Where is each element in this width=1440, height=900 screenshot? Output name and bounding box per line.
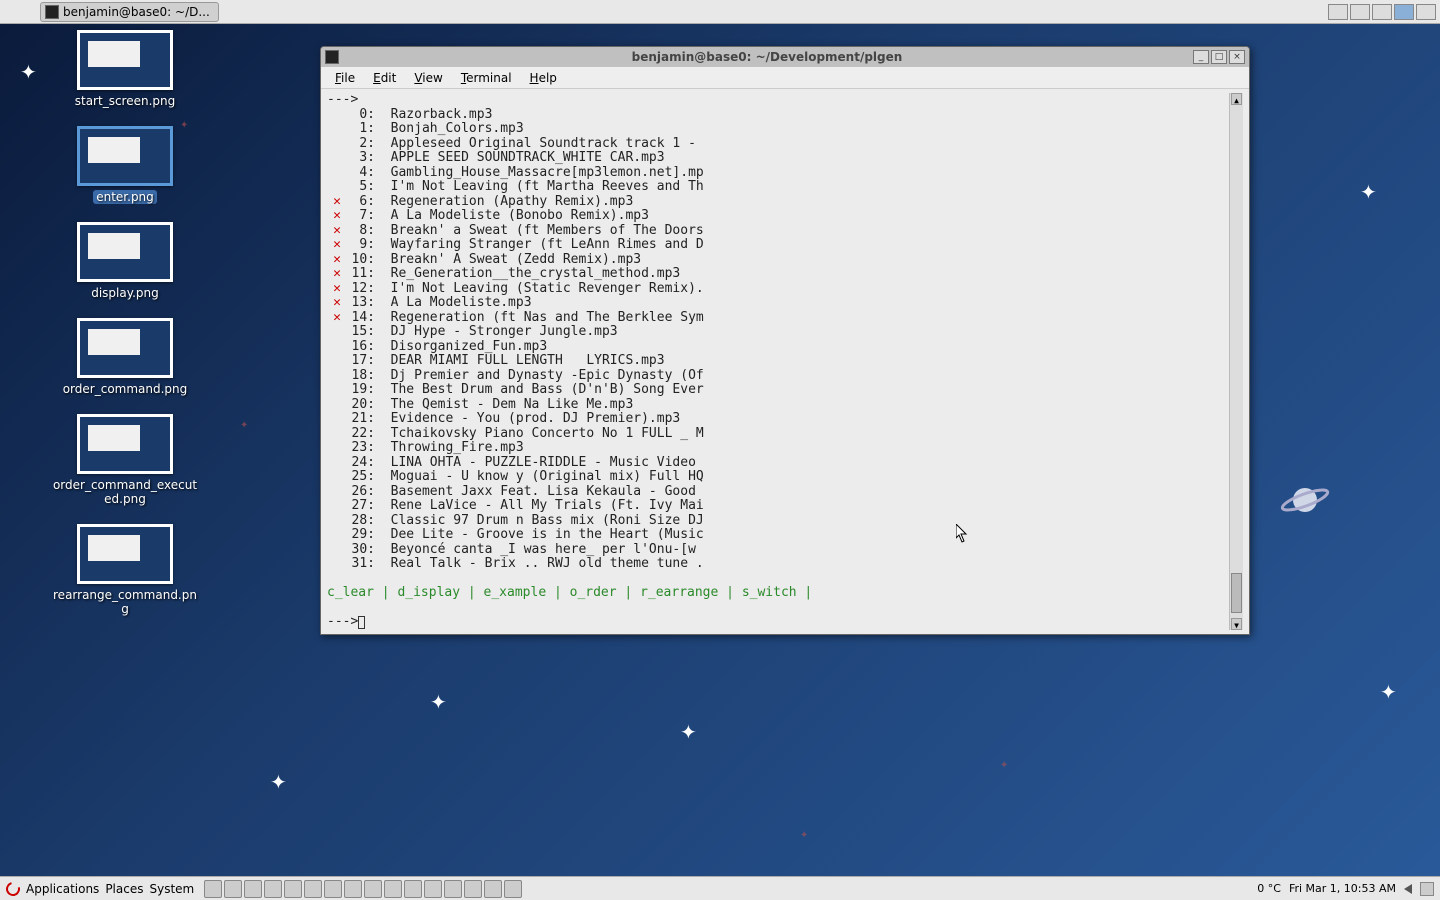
launcher-icon[interactable] [244, 880, 262, 898]
volume-icon[interactable] [1404, 884, 1412, 894]
desktop-icon[interactable]: start_screen.png [40, 30, 210, 108]
thumbnail-icon [77, 30, 173, 90]
scroll-down-button[interactable]: ▼ [1231, 618, 1242, 630]
launcher-icon[interactable] [224, 880, 242, 898]
system-menu[interactable]: System [149, 882, 194, 896]
applications-menu[interactable]: Applications [26, 882, 99, 896]
launcher-icon[interactable] [404, 880, 422, 898]
desktop-icon[interactable]: order_command.png [40, 318, 210, 396]
tray-icon[interactable] [1420, 882, 1434, 896]
workspace-5[interactable] [1416, 4, 1436, 20]
scroll-up-button[interactable]: ▲ [1231, 93, 1242, 105]
workspace-1[interactable] [1328, 4, 1348, 20]
top-panel: benjamin@base0: ~/D... [0, 0, 1440, 24]
places-menu[interactable]: Places [105, 882, 143, 896]
desktop-icon-label: order_command_executed.png [50, 478, 200, 506]
menu-edit[interactable]: Edit [365, 69, 404, 87]
launcher-icon[interactable] [384, 880, 402, 898]
desktop-icons: start_screen.png enter.png display.png orde… [40, 30, 210, 634]
launcher-icon[interactable] [444, 880, 462, 898]
thumbnail-icon [77, 222, 173, 282]
workspace-pager[interactable] [1328, 4, 1436, 20]
menu-view[interactable]: View [406, 69, 450, 87]
scrollbar[interactable]: ▲ ▼ [1229, 93, 1243, 630]
launcher-icon[interactable] [344, 880, 362, 898]
desktop-icon-label: start_screen.png [75, 94, 176, 108]
launcher-icons [204, 880, 522, 898]
workspace-4[interactable] [1394, 4, 1414, 20]
launcher-icon[interactable] [504, 880, 522, 898]
scroll-thumb[interactable] [1231, 573, 1242, 613]
window-title: benjamin@base0: ~/Development/plgen [343, 50, 1191, 64]
desktop-icon-label: order_command.png [63, 382, 188, 396]
thumbnail-icon [77, 126, 173, 186]
terminal-icon [325, 50, 339, 64]
minimize-button[interactable]: _ [1193, 50, 1209, 64]
command-hints: c_lear | d_isplay | e_xample | o_rder | … [327, 586, 1229, 601]
thumbnail-icon [77, 524, 173, 584]
desktop-icon[interactable]: display.png [40, 222, 210, 300]
launcher-icon[interactable] [304, 880, 322, 898]
taskbar-item-terminal[interactable]: benjamin@base0: ~/D... [40, 2, 219, 22]
clock[interactable]: Fri Mar 1, 10:53 AM [1289, 882, 1396, 895]
menu-file[interactable]: File [327, 69, 363, 87]
desktop-icon[interactable]: rearrange_command.png [40, 524, 210, 616]
workspace-2[interactable] [1350, 4, 1370, 20]
menubar: FileEditViewTerminalHelp [321, 67, 1249, 89]
launcher-icon[interactable] [464, 880, 482, 898]
launcher-icon[interactable] [204, 880, 222, 898]
launcher-icon[interactable] [424, 880, 442, 898]
bottom-panel: Applications Places System 0 °C Fri Mar … [0, 876, 1440, 900]
terminal-body[interactable]: ---> 0: Razorback.mp3 1: Bonjah_Colors.m… [321, 89, 1249, 634]
menu-terminal[interactable]: Terminal [453, 69, 520, 87]
desktop-icon-label: display.png [91, 286, 159, 300]
terminal-icon [45, 5, 59, 19]
system-tray: 0 °C Fri Mar 1, 10:53 AM [1257, 882, 1434, 896]
launcher-icon[interactable] [324, 880, 342, 898]
close-button[interactable]: × [1229, 50, 1245, 64]
thumbnail-icon [77, 318, 173, 378]
menu-help[interactable]: Help [522, 69, 565, 87]
workspace-3[interactable] [1372, 4, 1392, 20]
text-cursor [358, 616, 365, 629]
launcher-icon[interactable] [484, 880, 502, 898]
desktop-icon[interactable]: order_command_executed.png [40, 414, 210, 506]
desktop-icon-label: rearrange_command.png [50, 588, 200, 616]
debian-icon[interactable] [3, 879, 22, 898]
titlebar[interactable]: benjamin@base0: ~/Development/plgen _ □ … [321, 47, 1249, 67]
maximize-button[interactable]: □ [1211, 50, 1227, 64]
launcher-icon[interactable] [284, 880, 302, 898]
planet-decoration [1280, 480, 1330, 520]
desktop-icon[interactable]: enter.png [40, 126, 210, 204]
desktop-icon-label: enter.png [93, 190, 157, 204]
temperature-indicator[interactable]: 0 °C [1257, 882, 1281, 895]
taskbar-item-label: benjamin@base0: ~/D... [63, 5, 210, 19]
launcher-icon[interactable] [364, 880, 382, 898]
terminal-window: benjamin@base0: ~/Development/plgen _ □ … [320, 46, 1250, 635]
launcher-icon[interactable] [264, 880, 282, 898]
thumbnail-icon [77, 414, 173, 474]
